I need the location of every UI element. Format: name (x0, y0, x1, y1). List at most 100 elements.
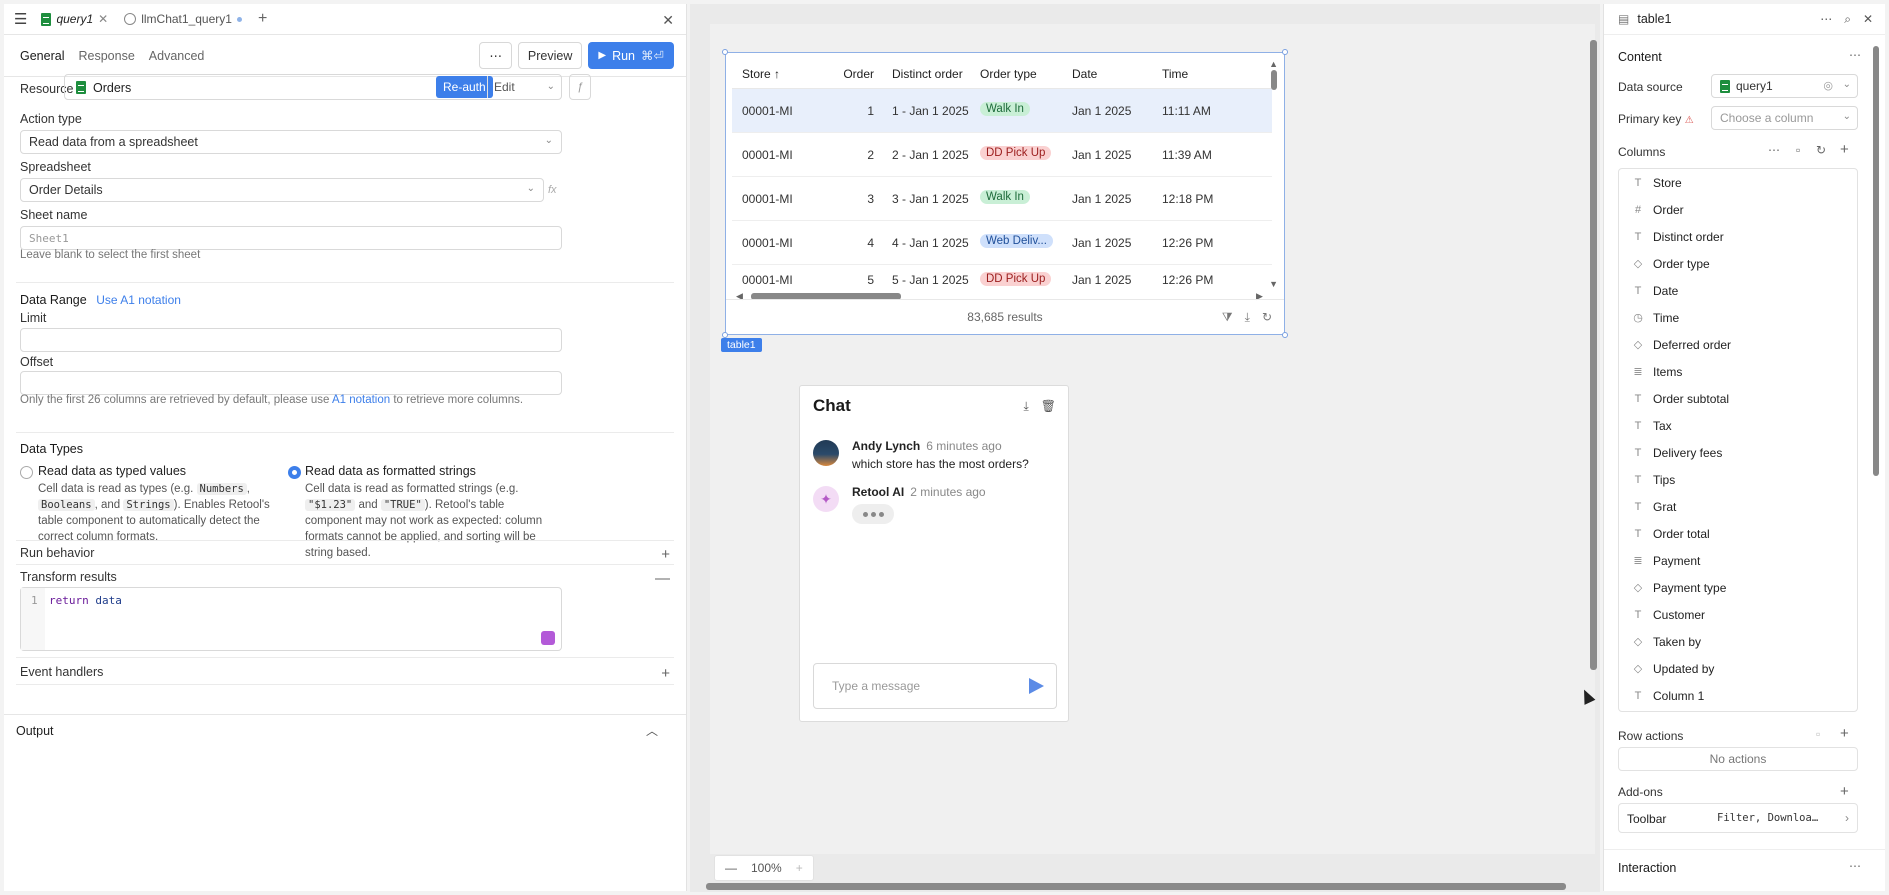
column-item[interactable]: T Tax (1619, 412, 1857, 439)
table-name-tag[interactable]: table1 (721, 338, 762, 352)
run-behavior-row[interactable]: Run behavior + (20, 546, 670, 563)
table-row[interactable]: 00001-MI 5 5 - Jan 1 2025 DD Pick Up Jan… (732, 265, 1272, 295)
minus-icon[interactable]: — (655, 570, 670, 587)
table-vertical-scrollbar[interactable] (1271, 70, 1277, 90)
column-item[interactable]: T Distinct order (1619, 223, 1857, 250)
filter-icon[interactable]: ⧩ (1222, 310, 1233, 325)
column-header-date[interactable]: Date (1066, 67, 1156, 81)
column-item[interactable]: ◇ Order type (1619, 250, 1857, 277)
more-icon[interactable]: ⋯ (1768, 143, 1780, 157)
table-widget[interactable]: Store ↑ Order Distinct order Order type … (722, 49, 1288, 338)
formatted-strings-radio[interactable] (288, 466, 301, 479)
fx-toggle-button[interactable]: ƒ (569, 74, 591, 100)
refresh-icon[interactable]: ↻ (1262, 310, 1272, 325)
more-icon[interactable]: ⋯ (1849, 48, 1861, 62)
edit-resource-button[interactable]: Edit (487, 76, 521, 98)
column-item[interactable]: T Order total (1619, 520, 1857, 547)
column-header-order-type[interactable]: Order type (974, 67, 1066, 81)
add-row-action-icon[interactable]: + (1840, 725, 1849, 742)
column-header-store[interactable]: Store ↑ (732, 67, 832, 81)
resize-handle[interactable] (722, 49, 728, 55)
zoom-out-icon[interactable]: — (725, 861, 737, 875)
send-icon[interactable] (1029, 678, 1044, 694)
comment-icon[interactable]: ▫ (1816, 727, 1820, 741)
column-item[interactable]: T Column 1 (1619, 682, 1857, 709)
zoom-in-icon[interactable]: + (796, 861, 803, 875)
tab-response[interactable]: Response (78, 49, 134, 63)
column-item[interactable]: ◇ Payment type (1619, 574, 1857, 601)
download-icon[interactable]: ⤓ (1245, 310, 1250, 325)
target-icon[interactable]: ◎ (1823, 79, 1833, 92)
close-icon[interactable]: ✕ (1863, 12, 1873, 27)
chat-message-input[interactable]: Type a message (813, 663, 1057, 709)
canvas-horizontal-scrollbar[interactable] (706, 883, 1566, 890)
column-item[interactable]: ◇ Taken by (1619, 628, 1857, 655)
table-row[interactable]: 00001-MI 2 2 - Jan 1 2025 DD Pick Up Jan… (732, 133, 1272, 177)
search-icon[interactable]: ⌕ (1844, 12, 1851, 27)
column-item[interactable]: ◇ Deferred order (1619, 331, 1857, 358)
column-item[interactable]: T Delivery fees (1619, 439, 1857, 466)
sheet-name-input[interactable]: Sheet1 (20, 226, 562, 250)
primary-key-select[interactable]: Choose a column ⌄ (1711, 106, 1858, 130)
ai-assist-icon[interactable] (541, 631, 555, 645)
zoom-level[interactable]: 100% (751, 861, 782, 875)
chevron-down-icon[interactable]: ⌄ (547, 81, 555, 92)
column-item[interactable]: T Store (1619, 169, 1857, 196)
table-row[interactable]: 00001-MI 3 3 - Jan 1 2025 Walk In Jan 1 … (732, 177, 1272, 221)
add-addon-icon[interactable]: + (1840, 783, 1849, 800)
column-item[interactable]: T Grat (1619, 493, 1857, 520)
event-handlers-row[interactable]: Event handlers + (20, 665, 670, 682)
resource-select[interactable]: Orders Re-auth Edit ⌄ (64, 74, 562, 100)
reauth-button[interactable]: Re-auth (436, 76, 493, 98)
close-panel-icon[interactable]: ✕ (662, 12, 674, 29)
plus-icon[interactable]: + (661, 546, 670, 563)
chevron-up-icon[interactable]: ︿ (646, 722, 658, 739)
table-row[interactable]: 00001-MI 4 4 - Jan 1 2025 Web Deliv... J… (732, 221, 1272, 265)
close-icon[interactable]: ✕ (98, 12, 108, 26)
tab-general[interactable]: General (20, 49, 64, 63)
preview-button[interactable]: Preview (517, 42, 583, 69)
output-bar[interactable]: Output ︿ (4, 714, 686, 746)
canvas-vertical-scrollbar[interactable] (1590, 40, 1597, 670)
tab-advanced[interactable]: Advanced (149, 49, 205, 63)
comment-icon[interactable]: ▫ (1796, 143, 1800, 157)
column-item[interactable]: ≣ Payment (1619, 547, 1857, 574)
download-icon[interactable]: ⤓ (1023, 399, 1028, 414)
interaction-section-title[interactable]: Interaction (1618, 861, 1676, 875)
more-icon[interactable]: ⋯ (1820, 12, 1832, 27)
use-a1-notation-link[interactable]: Use A1 notation (96, 293, 181, 307)
column-item[interactable]: T Date (1619, 277, 1857, 304)
column-header-time[interactable]: Time (1156, 67, 1256, 81)
column-item[interactable]: T Tips (1619, 466, 1857, 493)
resize-handle[interactable] (1282, 49, 1288, 55)
spreadsheet-select[interactable]: Order Details ⌄ (20, 178, 544, 202)
scroll-up-icon[interactable]: ▲ (1269, 59, 1278, 69)
fx-icon[interactable]: fx (548, 184, 557, 196)
column-item[interactable]: ◇ Updated by (1619, 655, 1857, 682)
action-type-select[interactable]: Read data from a spreadsheet ⌄ (20, 130, 562, 154)
transform-code-editor[interactable]: 1 return data (20, 587, 562, 651)
data-source-select[interactable]: query1 ◎ ⌄ (1711, 74, 1858, 98)
toolbar-addon-row[interactable]: Toolbar Filter, Downloa… › (1618, 803, 1858, 833)
tab-query1[interactable]: query1 ✕ (33, 4, 116, 35)
transform-results-row[interactable]: Transform results — (20, 570, 670, 587)
inspector-title[interactable]: table1 (1637, 12, 1671, 26)
column-header-distinct-order[interactable]: Distinct order (884, 67, 974, 81)
menu-icon[interactable]: ☰ (14, 10, 27, 28)
column-item[interactable]: ◷ Time (1619, 304, 1857, 331)
run-button[interactable]: ▶ Run ⌘⏎ (588, 42, 674, 69)
more-icon[interactable]: ⋯ (1849, 859, 1861, 873)
column-item[interactable]: T Customer (1619, 601, 1857, 628)
column-item[interactable]: T Order subtotal (1619, 385, 1857, 412)
limit-input[interactable] (20, 328, 562, 352)
table-row[interactable]: 00001-MI 1 1 - Jan 1 2025 Walk In Jan 1 … (732, 89, 1272, 133)
refresh-icon[interactable]: ↻ (1816, 143, 1826, 157)
column-header-order[interactable]: Order (832, 67, 884, 81)
content-section-title[interactable]: Content (1618, 50, 1662, 64)
a1-notation-link[interactable]: A1 notation (332, 394, 390, 406)
column-item[interactable]: ≣ Items (1619, 358, 1857, 385)
offset-input[interactable] (20, 371, 562, 395)
trash-icon[interactable]: 🗑 (1041, 399, 1056, 414)
typed-values-radio[interactable] (20, 466, 33, 479)
more-options-button[interactable]: ⋯ (479, 42, 512, 69)
